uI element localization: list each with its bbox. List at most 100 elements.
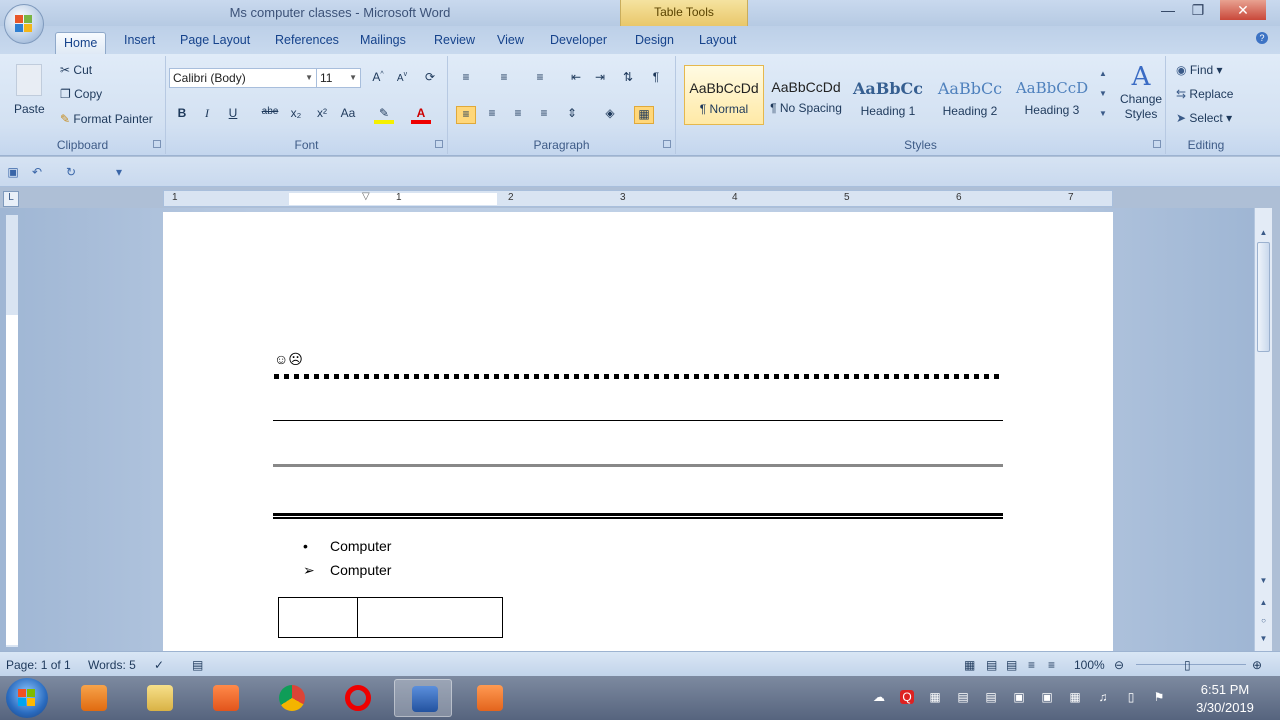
web-layout-icon[interactable]: ▤ xyxy=(1006,658,1017,672)
save-icon[interactable]: ▣ xyxy=(6,165,20,179)
explorer-taskbar[interactable] xyxy=(130,679,188,717)
maximize-button[interactable]: ❐ xyxy=(1184,0,1212,20)
copy-button[interactable]: ❐ Copy xyxy=(60,87,102,101)
media-player-taskbar[interactable] xyxy=(64,679,122,717)
chrome-taskbar[interactable] xyxy=(262,679,320,717)
scroll-thumb[interactable] xyxy=(1257,242,1270,352)
tab-insert[interactable]: Insert xyxy=(116,32,163,54)
tab-developer[interactable]: Developer xyxy=(542,32,615,54)
page-count[interactable]: Page: 1 of 1 xyxy=(6,658,71,672)
tab-references[interactable]: References xyxy=(267,32,347,54)
style-normal[interactable]: AaBbCcDd ¶ Normal xyxy=(684,65,764,125)
tab-mailings[interactable]: Mailings xyxy=(352,32,414,54)
tray-app-icon[interactable]: ▦ xyxy=(1068,690,1082,704)
grow-font-button[interactable]: A^ xyxy=(368,70,388,88)
tray-app-icon[interactable]: ▣ xyxy=(1040,690,1054,704)
outline-icon[interactable]: ≡ xyxy=(1028,658,1035,672)
styles-scroll-icon[interactable]: ▲ ▼ ▼ xyxy=(1096,64,1110,126)
system-clock[interactable]: 6:51 PM 3/30/2019 xyxy=(1180,681,1270,717)
tray-app-icon[interactable]: ▤ xyxy=(984,690,998,704)
multilevel-list-icon[interactable]: ≡ xyxy=(530,70,550,88)
camera-app-taskbar[interactable] xyxy=(196,679,254,717)
style-heading-2[interactable]: AaBbCc Heading 2 xyxy=(930,65,1010,125)
flag-icon[interactable]: ⚑ xyxy=(1152,690,1166,704)
start-button[interactable] xyxy=(6,678,48,718)
bold-button[interactable]: B xyxy=(172,106,192,124)
bullets-icon[interactable]: ≡ xyxy=(456,70,476,88)
zoom-out-icon[interactable]: ⊖ xyxy=(1114,658,1124,672)
clipboard-launcher-icon[interactable] xyxy=(153,140,161,148)
superscript-button[interactable]: x² xyxy=(312,106,332,124)
tab-design[interactable]: Design xyxy=(627,32,682,54)
opera-taskbar[interactable] xyxy=(328,679,386,717)
undo-icon[interactable]: ↶ xyxy=(30,165,44,179)
help-icon[interactable]: ? xyxy=(1256,32,1268,44)
full-screen-icon[interactable]: ▤ xyxy=(986,658,997,672)
paragraph-launcher-icon[interactable] xyxy=(663,140,671,148)
font-name-combo[interactable]: Calibri (Body) ▼ xyxy=(169,68,317,88)
proofing-icon[interactable]: ✓ xyxy=(154,658,164,672)
horizontal-ruler[interactable]: 1 1 2 3 4 5 6 7 ▽ xyxy=(163,190,1113,207)
style-no-spacing[interactable]: AaBbCcDd ¶ No Spacing xyxy=(766,65,846,125)
tab-view[interactable]: View xyxy=(489,32,532,54)
font-color-icon[interactable]: A xyxy=(411,106,431,124)
office-button[interactable] xyxy=(4,4,44,44)
print-layout-icon[interactable]: ▦ xyxy=(964,658,975,672)
word-count[interactable]: Words: 5 xyxy=(88,658,136,672)
indent-marker-icon[interactable]: ▽ xyxy=(362,191,370,202)
table-cell[interactable] xyxy=(279,598,358,637)
underline-button[interactable]: U xyxy=(223,106,243,124)
zoom-slider[interactable] xyxy=(1136,664,1246,665)
tab-selector-icon[interactable]: L xyxy=(3,191,19,207)
line-spacing-icon[interactable]: ⇕ xyxy=(562,106,582,124)
volume-icon[interactable]: ♫ xyxy=(1096,690,1110,704)
scroll-down-icon[interactable]: ▼ xyxy=(1255,576,1272,585)
tab-page-layout[interactable]: Page Layout xyxy=(172,32,258,54)
document-table[interactable] xyxy=(278,597,503,638)
next-page-icon[interactable]: ▼ xyxy=(1255,634,1272,643)
highlight-icon[interactable]: ✎ xyxy=(374,106,394,124)
recorder-taskbar[interactable] xyxy=(460,679,518,717)
clear-formatting-icon[interactable]: ⟳ xyxy=(420,70,440,88)
italic-button[interactable]: I xyxy=(197,106,217,124)
numbering-icon[interactable]: ≡ xyxy=(494,70,514,88)
cloud-icon[interactable]: ☁ xyxy=(872,690,886,704)
change-case-button[interactable]: Aa xyxy=(338,106,358,124)
decrease-indent-icon[interactable]: ⇤ xyxy=(566,70,586,88)
battery-icon[interactable]: ▯ xyxy=(1124,690,1138,704)
align-right-icon[interactable]: ≡ xyxy=(508,106,528,124)
draft-icon[interactable]: ≡ xyxy=(1048,658,1055,672)
redo-icon[interactable]: ↻ xyxy=(64,165,78,179)
zoom-level[interactable]: 100% xyxy=(1074,658,1105,672)
format-painter-button[interactable]: ✎ Format Painter xyxy=(60,112,153,126)
replace-button[interactable]: ⇆ Replace xyxy=(1176,87,1233,101)
previous-page-icon[interactable]: ▲ xyxy=(1255,598,1272,607)
zoom-slider-thumb[interactable]: ▯ xyxy=(1184,658,1191,672)
tray-app-icon[interactable]: ▦ xyxy=(928,690,942,704)
paste-button[interactable]: Paste xyxy=(14,102,45,116)
close-button[interactable]: ✕ xyxy=(1220,0,1266,20)
style-heading-1[interactable]: AaBbCc Heading 1 xyxy=(848,65,928,125)
shrink-font-button[interactable]: Av xyxy=(392,70,412,88)
customize-qat-icon[interactable]: ▾ xyxy=(112,165,126,179)
select-button[interactable]: ➤ Select ▾ xyxy=(1176,111,1232,125)
increase-indent-icon[interactable]: ⇥ xyxy=(590,70,610,88)
align-left-icon[interactable]: ≡ xyxy=(456,106,476,124)
subscript-button[interactable]: x₂ xyxy=(286,106,306,124)
borders-icon[interactable]: ▦ xyxy=(634,106,654,124)
shading-icon[interactable]: ◈ xyxy=(600,106,620,124)
browse-object-icon[interactable]: ○ xyxy=(1255,616,1272,625)
tab-review[interactable]: Review xyxy=(426,32,483,54)
tab-layout[interactable]: Layout xyxy=(691,32,745,54)
align-center-icon[interactable]: ≡ xyxy=(482,106,502,124)
styles-launcher-icon[interactable] xyxy=(1153,140,1161,148)
find-button[interactable]: ◉ Find ▾ xyxy=(1176,63,1223,77)
document-page[interactable]: ☺☹ • Computer ➢ Computer xyxy=(163,212,1113,651)
font-launcher-icon[interactable] xyxy=(435,140,443,148)
cut-button[interactable]: ✂ Cut xyxy=(60,63,92,77)
tray-app-icon[interactable]: ▤ xyxy=(956,690,970,704)
tray-app-icon[interactable]: ▣ xyxy=(1012,690,1026,704)
list-item[interactable]: ➢ Computer xyxy=(303,562,391,579)
vertical-scrollbar[interactable]: ▲ ▼ ▲ ○ ▼ xyxy=(1254,208,1272,651)
list-item[interactable]: • Computer xyxy=(303,538,391,554)
